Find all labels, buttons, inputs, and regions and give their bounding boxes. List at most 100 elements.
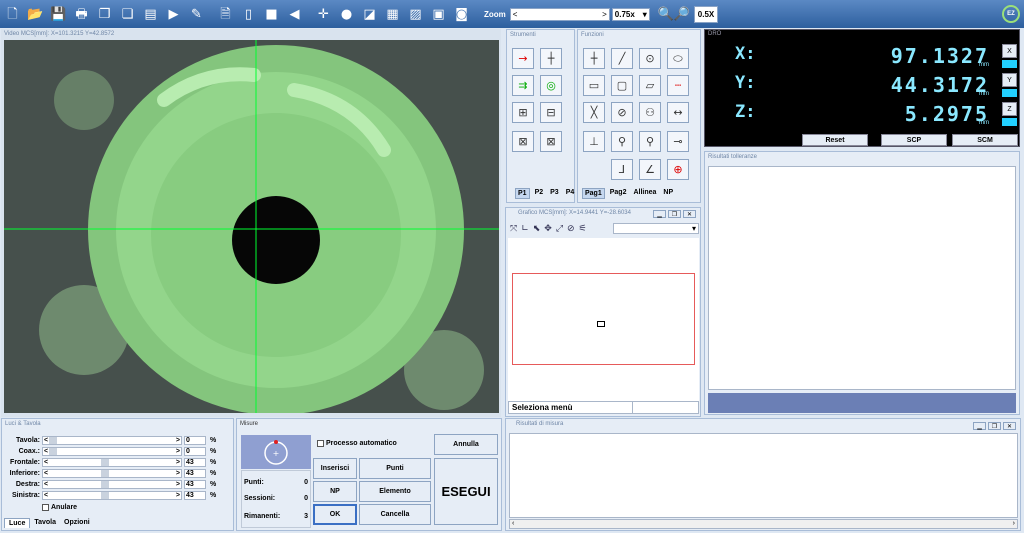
radius-icon[interactable]: ⅃ (611, 159, 633, 180)
dotted-line-icon[interactable]: ┄ (667, 75, 689, 96)
webcam-icon[interactable]: ▣ (430, 6, 447, 23)
perpendicular-icon[interactable]: ⊥ (583, 131, 605, 152)
circle-distance-icon[interactable]: ⊸ (667, 131, 689, 152)
scroll-left-icon[interactable]: ‹ (512, 520, 514, 528)
close-icon[interactable]: ✕ (683, 210, 696, 218)
slider-right-arrow[interactable]: > (176, 470, 180, 477)
slider-right-arrow[interactable]: > (176, 492, 180, 499)
minimize-icon[interactable]: ▁ (653, 210, 666, 218)
arrow-right-tool-icon[interactable]: → (512, 48, 534, 69)
run-program-icon[interactable]: ▶ (165, 6, 182, 23)
speaker-icon[interactable]: ◀ (286, 6, 303, 23)
slider-right-arrow[interactable]: > (176, 448, 180, 455)
axes-icon[interactable]: ∟ (521, 224, 529, 234)
tab-opzioni[interactable]: Opzioni (60, 518, 94, 528)
light-slider-thumb[interactable] (100, 481, 109, 488)
dro-z-zero-button[interactable] (1002, 118, 1017, 126)
distance-icon[interactable]: ↔ (667, 102, 689, 123)
cross-box-tool-icon[interactable]: ⊠ (512, 131, 534, 152)
grafico-canvas[interactable] (508, 238, 699, 401)
tolleranze-list[interactable] (708, 166, 1016, 390)
dro-z-button[interactable]: Z (1002, 102, 1017, 116)
risultati-list[interactable] (509, 433, 1018, 518)
anulare-checkbox[interactable] (42, 504, 49, 511)
intersection-icon[interactable]: ╳ (583, 102, 605, 123)
ok-button[interactable]: OK (313, 504, 357, 525)
inserisci-button[interactable]: Inserisci (313, 458, 357, 479)
restore-icon[interactable]: ❐ (988, 422, 1001, 430)
new-file-icon[interactable]: 🗋 (4, 6, 21, 23)
zoom-slider[interactable]: < > (509, 7, 610, 21)
light-slider-value[interactable]: 43 (184, 480, 206, 489)
processo-automatico-checkbox[interactable] (317, 440, 324, 447)
slider-left-arrow[interactable]: < (44, 448, 48, 455)
slider-left-arrow[interactable]: < (44, 437, 48, 444)
funzioni-page-pag1[interactable]: Pag1 (582, 188, 605, 199)
circle-line-icon[interactable]: ⊘ (611, 102, 633, 123)
light-slider-track[interactable]: < > (42, 469, 182, 478)
punti-button[interactable]: Punti (359, 458, 431, 479)
zoom-in-icon[interactable]: 🔎 (674, 6, 690, 22)
pan-icon[interactable]: ✥ (544, 224, 552, 234)
funzioni-page-np[interactable]: NP (661, 188, 675, 199)
dro-y-button[interactable]: Y (1002, 73, 1017, 87)
dro-scp-button[interactable]: SCP (881, 134, 947, 146)
circle-pin-alt-icon[interactable]: ⚲ (639, 131, 661, 152)
page-icon[interactable]: ▯ (240, 6, 257, 23)
grafico-dropdown[interactable]: ▾ (613, 223, 699, 234)
copy-multiple-icon[interactable]: ❏ (119, 6, 136, 23)
circle-target-icon[interactable]: ⊕ (667, 159, 689, 180)
tab-luce[interactable]: Luce (4, 518, 31, 528)
crosshair-move-icon[interactable]: ✛ (315, 6, 332, 23)
zoom-select[interactable]: 0.75x ▾ (611, 7, 650, 21)
stop-icon[interactable]: ■ (263, 6, 280, 23)
slider-right-arrow[interactable]: > (176, 437, 180, 444)
strumenti-page-p1[interactable]: P1 (515, 188, 530, 199)
slider-left-arrow[interactable]: < (44, 481, 48, 488)
light-slider-thumb[interactable] (100, 470, 109, 477)
light-slider-thumb[interactable] (49, 437, 57, 444)
minimize-icon[interactable]: ▁ (973, 422, 986, 430)
copy-icon[interactable]: ❐ (96, 6, 113, 23)
circle-target-tool-icon[interactable]: ◎ (540, 75, 562, 96)
edge-tool-icon[interactable]: ⇉ (512, 75, 534, 96)
annulla-button[interactable]: Annulla (434, 434, 498, 455)
circle-icon[interactable]: ⊙ (639, 48, 661, 69)
strumenti-page-p4[interactable]: P4 (564, 188, 577, 199)
camera-icon[interactable]: ◙ (453, 6, 470, 23)
rounded-rect-icon[interactable]: ▢ (611, 75, 633, 96)
light-slider-track[interactable]: < > (42, 480, 182, 489)
light-slider-value[interactable]: 0 (184, 447, 206, 456)
zoom-slider-right-arrow[interactable]: > (602, 10, 607, 19)
edit-program-icon[interactable]: ✎ (188, 6, 205, 23)
zoom-out-icon[interactable]: 🔍 (658, 6, 674, 22)
esegui-button[interactable]: ESEGUI (434, 458, 498, 525)
restore-icon[interactable]: ❐ (668, 210, 681, 218)
ez-refresh-button[interactable]: EZ (1002, 5, 1020, 23)
slider-left-arrow[interactable]: < (44, 470, 48, 477)
camera-view[interactable] (4, 40, 499, 413)
circle-pin-icon[interactable]: ⚲ (611, 131, 633, 152)
slider-right-arrow[interactable]: > (176, 481, 180, 488)
dro-x-zero-button[interactable] (1002, 60, 1017, 68)
light-slider-track[interactable]: < > (42, 458, 182, 467)
grid-icon[interactable]: ▦ (384, 6, 401, 23)
np-button[interactable]: NP (313, 481, 357, 502)
cross-box-alt-tool-icon[interactable]: ⊠ (540, 131, 562, 152)
dro-scm-button[interactable]: SCM (952, 134, 1018, 146)
elemento-button[interactable]: Elemento (359, 481, 431, 502)
light-slider-thumb[interactable] (100, 492, 109, 499)
two-circles-icon[interactable]: ⚇ (639, 102, 661, 123)
open-folder-icon[interactable]: 📂 (27, 6, 44, 23)
parallelogram-icon[interactable]: ▱ (639, 75, 661, 96)
fit-icon[interactable]: ⤧ (510, 224, 517, 234)
crosshair-tool-icon[interactable]: ┼ (540, 48, 562, 69)
light-slider-value[interactable]: 43 (184, 491, 206, 500)
image-icon[interactable]: ▨ (407, 6, 424, 23)
export-icon[interactable]: ▤ (142, 6, 159, 23)
zoom-fit-icon[interactable]: ⤢ (556, 224, 563, 234)
light-slider-track[interactable]: < > (42, 447, 182, 456)
tab-tavola[interactable]: Tavola (30, 518, 60, 528)
slider-right-arrow[interactable]: > (176, 459, 180, 466)
funzioni-page-allinea[interactable]: Allinea (631, 188, 658, 199)
